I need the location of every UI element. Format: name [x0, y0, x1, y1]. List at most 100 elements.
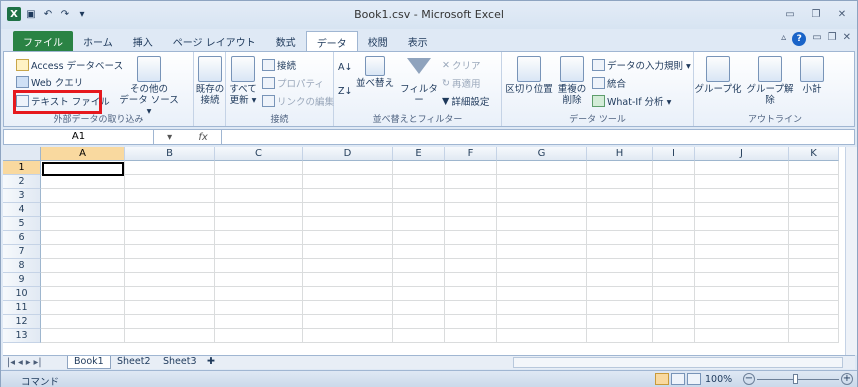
reapply-button[interactable]: ↻ 再適用 — [442, 76, 480, 91]
window-title: Book1.csv - Microsoft Excel — [354, 8, 504, 21]
worksheet-grid[interactable]: A B C D E F G H I J K 1 2 3 4 5 6 7 8 9 10 11 12 13 — [3, 147, 845, 355]
tab-home[interactable]: ホーム — [73, 31, 123, 51]
group-button[interactable]: グループ化 — [694, 56, 742, 95]
first-sheet-icon[interactable]: |◂ — [7, 357, 15, 368]
sheet-nav: |◂ ◂ ▸ ▸| — [7, 357, 42, 368]
zoom-out-icon[interactable]: − — [743, 373, 755, 385]
web-query-button[interactable]: Web クエリ — [16, 75, 83, 89]
page-break-view-icon[interactable] — [687, 373, 701, 385]
minimize-icon[interactable]: ▭ — [781, 7, 799, 21]
clear-filter-button[interactable]: ✕ クリア — [442, 58, 480, 73]
sheet-tab-bar: |◂ ◂ ▸ ▸| Book1 Sheet2 Sheet3 ✚ — [3, 355, 855, 369]
sort-desc-button[interactable]: Z↓ — [338, 86, 352, 97]
fx-icon[interactable]: fx — [198, 132, 207, 143]
consolidate-button[interactable]: 統合 — [592, 76, 626, 90]
normal-view-icon[interactable] — [655, 373, 669, 385]
zoom-knob[interactable] — [793, 374, 798, 384]
vertical-scrollbar[interactable] — [845, 147, 857, 355]
next-sheet-icon[interactable]: ▸ — [26, 357, 31, 368]
column-header[interactable]: H — [587, 147, 653, 161]
row-header[interactable]: 10 — [3, 287, 41, 301]
tab-review[interactable]: 校閲 — [358, 31, 398, 51]
tab-formulas[interactable]: 数式 — [266, 31, 306, 51]
restore-icon[interactable]: ❐ — [807, 7, 825, 21]
zoom-level[interactable]: 100% — [705, 374, 732, 385]
properties-icon — [262, 77, 275, 89]
column-header[interactable]: K — [789, 147, 839, 161]
column-header[interactable]: B — [125, 147, 215, 161]
select-all-corner[interactable] — [3, 147, 41, 161]
tab-page-layout[interactable]: ページ レイアウト — [163, 31, 266, 51]
row-header[interactable]: 2 — [3, 175, 41, 189]
existing-connections-button[interactable]: 既存の 接続 — [194, 56, 226, 106]
connections-button[interactable]: 接続 — [262, 58, 296, 72]
sort-asc-button[interactable]: A↓ — [338, 62, 352, 73]
tab-insert[interactable]: 挿入 — [123, 31, 163, 51]
active-cell[interactable] — [42, 162, 124, 176]
text-to-columns-button[interactable]: 区切り位置 — [504, 56, 554, 95]
zoom-slider[interactable]: − + — [743, 373, 853, 385]
refresh-all-button[interactable]: すべて 更新 ▾ — [228, 56, 258, 106]
row-header[interactable]: 7 — [3, 245, 41, 259]
tab-file[interactable]: ファイル — [13, 31, 73, 51]
name-box[interactable]: A1 — [4, 130, 154, 144]
dropdown-icon[interactable]: ▾ — [167, 132, 172, 143]
wb-minimize-icon[interactable]: ▭ — [812, 32, 821, 46]
wb-restore-icon[interactable]: ❐ — [828, 32, 837, 46]
column-header[interactable]: J — [695, 147, 789, 161]
zoom-in-icon[interactable]: + — [841, 373, 853, 385]
subtotal-button[interactable]: 小計 — [798, 56, 826, 95]
close-icon[interactable]: ✕ — [833, 7, 851, 21]
what-if-button[interactable]: What-If 分析 ▾ — [592, 94, 671, 108]
web-icon — [16, 76, 29, 88]
edit-links-button[interactable]: リンクの編集 — [262, 94, 334, 108]
row-header[interactable]: 6 — [3, 231, 41, 245]
column-header[interactable]: D — [303, 147, 393, 161]
ribbon-right-controls: ▵ ? ▭ ❐ ✕ — [781, 32, 851, 46]
row-header[interactable]: 5 — [3, 217, 41, 231]
other-sources-button[interactable]: その他の データ ソース ▾ — [116, 56, 182, 117]
window-controls: ▭ ❐ ✕ — [781, 7, 851, 21]
grid-line — [41, 258, 839, 259]
wb-close-icon[interactable]: ✕ — [843, 32, 851, 46]
insert-sheet-icon[interactable]: ✚ — [201, 356, 221, 369]
row-header[interactable]: 3 — [3, 189, 41, 203]
ungroup-button[interactable]: グループ解除 — [742, 56, 798, 106]
row-header[interactable]: 11 — [3, 301, 41, 315]
access-db-button[interactable]: Access データベース — [16, 58, 123, 72]
column-header[interactable]: C — [215, 147, 303, 161]
row-header[interactable]: 4 — [3, 203, 41, 217]
filter-button[interactable]: フィルター — [398, 56, 440, 106]
properties-button[interactable]: プロパティ — [262, 76, 324, 90]
column-header[interactable]: A — [41, 147, 125, 161]
row-header[interactable]: 9 — [3, 273, 41, 287]
edit-links-icon — [262, 95, 275, 107]
sheet-tab-sheet2[interactable]: Sheet2 — [111, 356, 157, 369]
advanced-filter-button[interactable]: ▼ 詳細設定 — [442, 94, 489, 109]
help-icon[interactable]: ? — [792, 32, 807, 46]
last-sheet-icon[interactable]: ▸| — [34, 357, 42, 368]
grid-line — [41, 174, 839, 175]
column-header[interactable]: G — [497, 147, 587, 161]
sheet-tab-sheet3[interactable]: Sheet3 — [157, 356, 203, 369]
row-header[interactable]: 8 — [3, 259, 41, 273]
column-header[interactable]: E — [393, 147, 445, 161]
validation-icon — [592, 59, 605, 71]
tab-view[interactable]: 表示 — [398, 31, 438, 51]
page-layout-view-icon[interactable] — [671, 373, 685, 385]
remove-duplicates-button[interactable]: 重複の 削除 — [554, 56, 590, 106]
remove-duplicates-icon — [560, 56, 584, 82]
row-header[interactable]: 1 — [3, 161, 41, 175]
collapse-ribbon-icon[interactable]: ▵ — [781, 32, 786, 46]
tab-data[interactable]: データ — [305, 31, 358, 51]
horizontal-scrollbar[interactable] — [513, 357, 843, 368]
data-validation-button[interactable]: データの入力規則 ▾ — [592, 58, 691, 72]
prev-sheet-icon[interactable]: ◂ — [18, 357, 23, 368]
sheet-tab-book1[interactable]: Book1 — [67, 356, 111, 369]
column-header[interactable]: I — [653, 147, 695, 161]
column-header[interactable]: F — [445, 147, 497, 161]
row-header[interactable]: 12 — [3, 315, 41, 329]
sort-button[interactable]: 並べ替え — [354, 56, 396, 89]
row-header[interactable]: 13 — [3, 329, 41, 343]
group-connections: すべて 更新 ▾ 接続 プロパティ リンクの編集 接続 — [226, 52, 334, 126]
